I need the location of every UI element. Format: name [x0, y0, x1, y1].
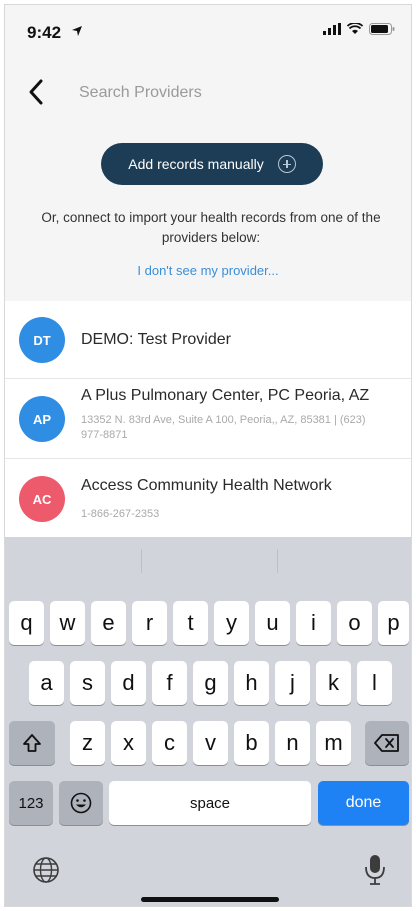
provider-row[interactable]: AP A Plus Pulmonary Center, PC Peoria, A…: [5, 379, 411, 459]
key-s[interactable]: s: [70, 661, 105, 705]
key-k[interactable]: k: [316, 661, 351, 705]
provider-name: Access Community Health Network: [81, 477, 332, 494]
provider-row[interactable]: DT DEMO: Test Provider: [5, 301, 411, 379]
wifi-icon: [347, 23, 363, 34]
add-records-button[interactable]: Add records manually: [101, 143, 323, 185]
provider-initials: AC: [32, 491, 52, 507]
key-w[interactable]: w: [50, 601, 85, 645]
provider-list: DT DEMO: Test Provider AP A Plus Pulmona…: [5, 301, 411, 539]
keyboard: q w e r t y u i o p a s d f g h j k l z …: [5, 537, 411, 906]
space-key[interactable]: space: [109, 781, 311, 825]
home-indicator[interactable]: [141, 897, 279, 902]
key-y[interactable]: y: [214, 601, 249, 645]
status-bar: 9:42: [5, 5, 411, 57]
key-n[interactable]: n: [275, 721, 310, 765]
signal-icon: [323, 23, 341, 35]
key-j[interactable]: j: [275, 661, 310, 705]
add-records-label: Add records manually: [128, 156, 264, 172]
provider-avatar: AC: [19, 476, 65, 522]
key-f[interactable]: f: [152, 661, 187, 705]
shift-icon: [23, 734, 41, 752]
numbers-key[interactable]: 123: [9, 781, 53, 825]
provider-avatar: DT: [19, 317, 65, 363]
provider-address: 13352 N. 83rd Ave, Suite A 100, Peoria,,…: [81, 414, 366, 441]
key-m[interactable]: m: [316, 721, 351, 765]
provider-name: A Plus Pulmonary Center, PC Peoria, AZ: [81, 387, 370, 404]
status-icons: [323, 23, 395, 35]
globe-icon[interactable]: [31, 855, 61, 885]
key-e[interactable]: e: [91, 601, 126, 645]
key-c[interactable]: c: [152, 721, 187, 765]
predictive-divider: [277, 549, 278, 573]
delete-key[interactable]: [365, 721, 409, 765]
key-g[interactable]: g: [193, 661, 228, 705]
key-t[interactable]: t: [173, 601, 208, 645]
provider-phone: 1-866-267-2353: [81, 508, 160, 520]
key-i[interactable]: i: [296, 601, 331, 645]
provider-row[interactable]: AC Access Community Health Network 1-866…: [5, 459, 411, 539]
emoji-key[interactable]: [59, 781, 103, 825]
key-d[interactable]: d: [111, 661, 146, 705]
key-b[interactable]: b: [234, 721, 269, 765]
phone-screen: 9:42 Search Providers Add records manual…: [4, 4, 412, 907]
mic-icon[interactable]: [363, 853, 387, 887]
search-header: [5, 57, 411, 127]
key-p[interactable]: p: [378, 601, 409, 645]
key-q[interactable]: q: [9, 601, 44, 645]
battery-icon: [369, 23, 395, 35]
search-input[interactable]: [79, 79, 379, 107]
predictive-bar: [5, 537, 411, 583]
key-l[interactable]: l: [357, 661, 392, 705]
key-a[interactable]: a: [29, 661, 64, 705]
emoji-icon: [70, 792, 92, 814]
status-time: 9:42: [27, 23, 62, 42]
delete-icon: [374, 734, 399, 752]
no-provider-link[interactable]: I don't see my provider...: [5, 263, 411, 278]
shift-key[interactable]: [9, 721, 55, 765]
key-u[interactable]: u: [255, 601, 290, 645]
provider-initials: AP: [32, 411, 52, 427]
location-arrow-icon: [72, 26, 82, 36]
key-h[interactable]: h: [234, 661, 269, 705]
plus-circle-icon: [277, 155, 296, 173]
provider-name: DEMO: Test Provider: [81, 331, 231, 348]
back-chevron-icon[interactable]: [21, 75, 51, 109]
key-r[interactable]: r: [132, 601, 167, 645]
key-z[interactable]: z: [70, 721, 105, 765]
key-x[interactable]: x: [111, 721, 146, 765]
provider-initials: DT: [33, 332, 51, 348]
done-key[interactable]: done: [318, 781, 409, 825]
predictive-divider: [141, 549, 142, 573]
key-v[interactable]: v: [193, 721, 228, 765]
provider-avatar: AP: [19, 396, 65, 442]
key-o[interactable]: o: [337, 601, 372, 645]
connect-instructions: Or, connect to import your health record…: [41, 210, 381, 245]
